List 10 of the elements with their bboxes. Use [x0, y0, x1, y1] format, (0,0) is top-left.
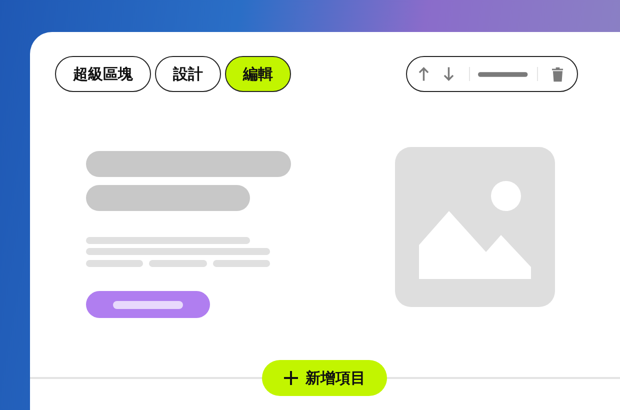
arrow-down-icon[interactable]	[443, 66, 455, 82]
drag-handle-icon[interactable]	[478, 72, 528, 76]
trash-icon[interactable]	[552, 66, 563, 82]
tab[interactable]: 設計	[155, 56, 221, 92]
tab[interactable]: 編輯	[225, 56, 291, 92]
image-placeholder-icon	[395, 147, 555, 307]
add-item-button[interactable]: 新增項目	[262, 360, 387, 396]
tab[interactable]: 超級區塊	[55, 56, 151, 92]
plus-icon	[284, 371, 298, 385]
arrow-up-icon[interactable]	[418, 66, 430, 82]
